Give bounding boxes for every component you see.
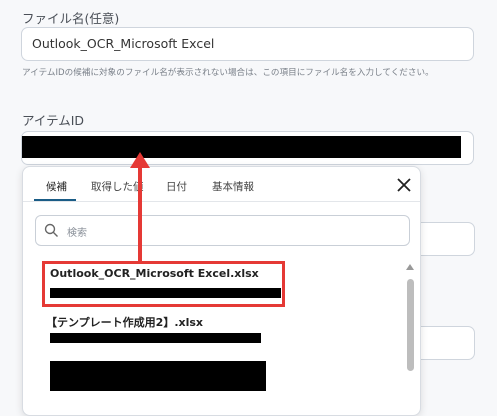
scroll-up-icon[interactable] — [406, 264, 414, 270]
close-icon[interactable] — [395, 176, 413, 194]
candidate-redacted-id — [50, 333, 261, 343]
annotation-arrow-line — [138, 167, 142, 263]
search-placeholder: 検索 — [67, 228, 87, 239]
tabs-divider — [23, 201, 420, 202]
item-id-field[interactable] — [21, 131, 474, 165]
search-input[interactable]: 検索 — [35, 215, 410, 246]
tab-date[interactable]: 日付 — [166, 179, 187, 194]
file-name-value: Outlook_OCR_Microsoft Excel — [32, 36, 215, 51]
candidate-title: 【テンプレート作成用2】.xlsx — [46, 316, 204, 329]
item-id-label: アイテムID — [22, 113, 85, 128]
tab-basic-info[interactable]: 基本情報 — [212, 179, 254, 194]
file-name-field[interactable]: Outlook_OCR_Microsoft Excel — [21, 27, 474, 61]
tab-retrieved-values[interactable]: 取得した値 — [91, 179, 144, 194]
item-id-redacted-value — [22, 136, 461, 158]
file-name-help: アイテムIDの候補に対象のファイル名が表示されない場合は、この項目にファイル名を… — [22, 68, 434, 78]
search-icon — [44, 223, 58, 237]
item-id-candidates-popup: 候補 取得した値 日付 基本情報 検索 Outlook_OCR_Microsof… — [22, 166, 421, 416]
annotation-arrow-head — [130, 152, 150, 168]
tab-candidates[interactable]: 候補 — [46, 179, 67, 194]
candidate-redacted-title — [50, 361, 266, 391]
scrollbar-thumb[interactable] — [407, 279, 414, 371]
highlight-box — [42, 261, 285, 307]
file-name-label: ファイル名(任意) — [22, 11, 120, 26]
